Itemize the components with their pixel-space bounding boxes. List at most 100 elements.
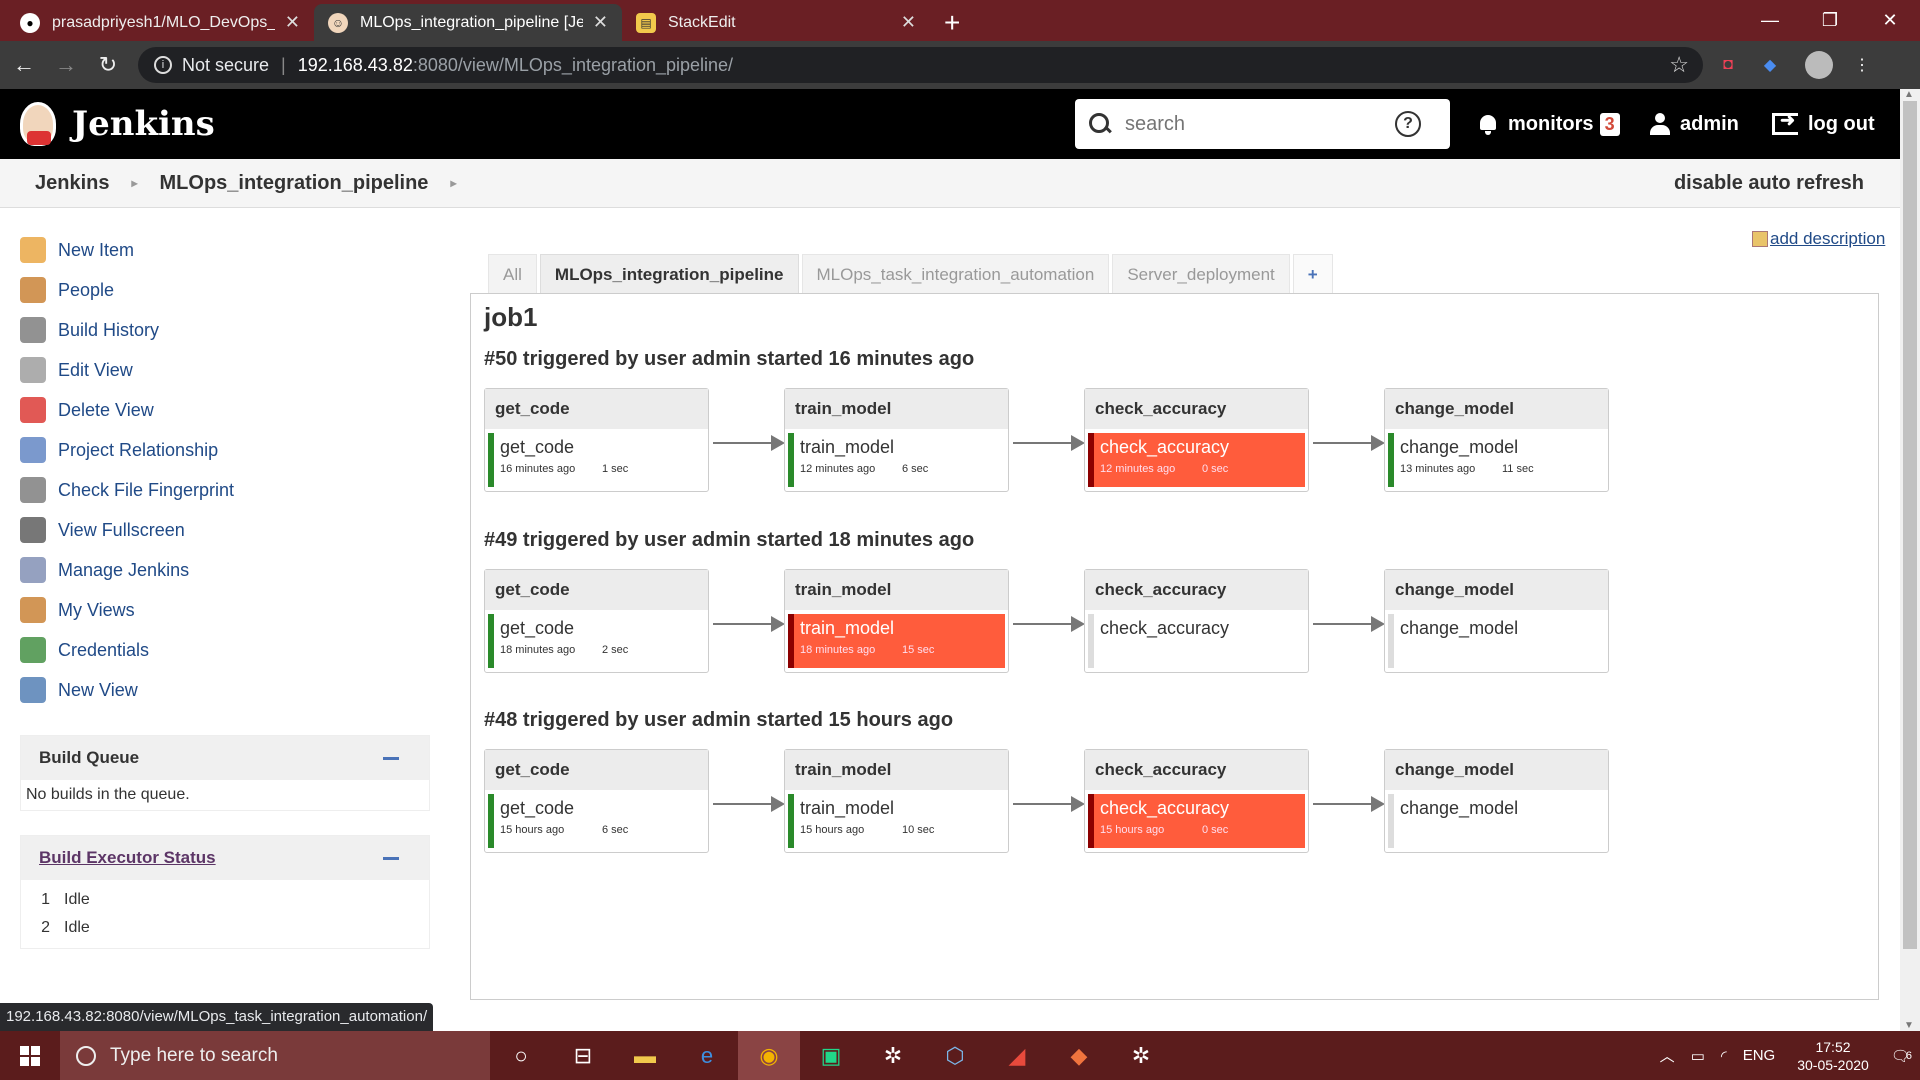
chevron-up-icon[interactable]: ︿ xyxy=(1660,1045,1675,1066)
app-icon[interactable]: ✲ xyxy=(1110,1031,1172,1080)
virtualbox-icon[interactable]: ⬡ xyxy=(924,1031,986,1080)
help-icon[interactable]: ? xyxy=(1395,111,1421,137)
clock[interactable]: 17:52 30-05-2020 xyxy=(1797,1038,1869,1074)
stage-build-box[interactable]: get_code 18 minutes ago 2 sec xyxy=(488,614,705,668)
stage-build-box[interactable]: get_code 15 hours ago 6 sec xyxy=(488,794,705,848)
profile-avatar[interactable] xyxy=(1805,51,1833,79)
new-tab-button[interactable]: + xyxy=(944,4,960,41)
browser-tab-stackedit[interactable]: ▤ StackEdit ✕ xyxy=(622,4,930,41)
forward-icon[interactable]: → xyxy=(48,52,84,78)
stage-card[interactable]: train_model train_model 15 hours ago 10 sec xyxy=(784,749,1009,853)
sidebar-item-edit-view[interactable]: Edit View xyxy=(20,350,440,390)
shield-extension-icon[interactable]: ◆ xyxy=(1753,52,1787,78)
pycharm-icon[interactable]: ▣ xyxy=(800,1031,862,1080)
sidebar-item-delete-view[interactable]: Delete View xyxy=(20,390,440,430)
stage-job-name[interactable]: check_accuracy xyxy=(1100,618,1305,639)
user-link[interactable]: admin xyxy=(1650,89,1739,159)
address-bar[interactable]: i Not secure | 192.168.43.82 :8080/view/… xyxy=(138,47,1703,83)
stage-job-name[interactable]: train_model xyxy=(800,437,1005,458)
info-icon[interactable]: i xyxy=(154,56,172,74)
stage-build-box[interactable]: change_model xyxy=(1388,794,1605,848)
collapse-icon[interactable] xyxy=(383,756,399,760)
restore-icon[interactable]: ❐ xyxy=(1800,0,1860,41)
stage-build-box[interactable]: change_model xyxy=(1388,614,1605,668)
stage-card[interactable]: change_model change_model xyxy=(1384,569,1609,673)
close-icon[interactable]: ✕ xyxy=(285,12,300,33)
stage-build-box[interactable]: train_model 12 minutes ago 6 sec xyxy=(788,433,1005,487)
taskbar-search[interactable]: Type here to search xyxy=(60,1031,490,1080)
sidebar-item-new-view[interactable]: New View xyxy=(20,670,440,710)
scroll-down-icon[interactable]: ▼ xyxy=(1904,1020,1914,1031)
stage-job-name[interactable]: get_code xyxy=(500,437,705,458)
sidebar-item-manage-jenkins[interactable]: Manage Jenkins xyxy=(20,550,440,590)
wifi-icon[interactable]: ◜ xyxy=(1721,1047,1727,1065)
back-icon[interactable]: ← xyxy=(6,52,42,78)
stage-build-box[interactable]: check_accuracy 12 minutes ago 0 sec xyxy=(1088,433,1305,487)
stage-card[interactable]: check_accuracy check_accuracy xyxy=(1084,569,1309,673)
stage-job-name[interactable]: train_model xyxy=(800,798,1005,819)
cortana-icon[interactable]: ○ xyxy=(490,1031,552,1080)
reload-icon[interactable]: ↻ xyxy=(90,52,126,78)
scrollbar[interactable]: ▲ ▼ xyxy=(1900,89,1920,1031)
chevron-right-icon[interactable]: ▸ xyxy=(131,176,137,190)
stage-card[interactable]: check_accuracy check_accuracy 15 hours ago… xyxy=(1084,749,1309,853)
sidebar-item-my-views[interactable]: My Views xyxy=(20,590,440,630)
stage-card[interactable]: check_accuracy check_accuracy 12 minutes a… xyxy=(1084,388,1309,492)
red-app-icon[interactable]: ◢ xyxy=(986,1031,1048,1080)
sidebar-item-credentials[interactable]: Credentials xyxy=(20,630,440,670)
network-app-icon[interactable]: ✲ xyxy=(862,1031,924,1080)
stage-card[interactable]: train_model train_model 18 minutes ago 15 s… xyxy=(784,569,1009,673)
tab-server-deployment[interactable]: Server_deployment xyxy=(1112,254,1290,294)
stage-job-name[interactable]: get_code xyxy=(500,618,705,639)
breadcrumb-root[interactable]: Jenkins xyxy=(35,172,109,195)
stage-job-name[interactable]: change_model xyxy=(1400,798,1605,819)
stage-job-name[interactable]: get_code xyxy=(500,798,705,819)
stage-job-name[interactable]: check_accuracy xyxy=(1100,437,1305,458)
build-heading[interactable]: #48 triggered by user admin started 15 h… xyxy=(484,709,953,732)
stage-card[interactable]: train_model train_model 12 minutes ago 6 se… xyxy=(784,388,1009,492)
sidebar-item-new-item[interactable]: New Item xyxy=(20,230,440,270)
stage-job-name[interactable]: train_model xyxy=(800,618,1005,639)
git-icon[interactable]: ◆ xyxy=(1048,1031,1110,1080)
sidebar-item-people[interactable]: People xyxy=(20,270,440,310)
stage-build-box[interactable]: change_model 13 minutes ago 11 sec xyxy=(1388,433,1605,487)
stage-card[interactable]: get_code get_code 16 minutes ago 1 sec xyxy=(484,388,709,492)
jenkins-logo-icon[interactable] xyxy=(20,102,56,146)
close-icon[interactable]: ✕ xyxy=(901,12,916,33)
sidebar-item-view-fullscreen[interactable]: View Fullscreen xyxy=(20,510,440,550)
executor-title[interactable]: Build Executor Status xyxy=(39,848,216,868)
job-title[interactable]: job1 xyxy=(484,302,537,333)
stage-card[interactable]: change_model change_model 13 minutes ago 11… xyxy=(1384,388,1609,492)
close-icon[interactable]: ✕ xyxy=(593,12,608,33)
language-indicator[interactable]: ENG xyxy=(1743,1047,1776,1064)
file-explorer-icon[interactable]: ▬ xyxy=(614,1031,676,1080)
task-view-icon[interactable]: ⊟ xyxy=(552,1031,614,1080)
stage-build-box[interactable]: check_accuracy 15 hours ago 0 sec xyxy=(1088,794,1305,848)
chrome-icon[interactable]: ◉ xyxy=(738,1031,800,1080)
stage-card[interactable]: get_code get_code 18 minutes ago 2 sec xyxy=(484,569,709,673)
stage-job-name[interactable]: check_accuracy xyxy=(1100,798,1305,819)
scroll-up-icon[interactable]: ▲ xyxy=(1904,89,1914,100)
tab-mlops-integration-pipeline[interactable]: MLOps_integration_pipeline xyxy=(539,254,799,294)
sidebar-item-project-relationship[interactable]: Project Relationship xyxy=(20,430,440,470)
sidebar-item-check-file-fingerprint[interactable]: Check File Fingerprint xyxy=(20,470,440,510)
edge-icon[interactable]: e xyxy=(676,1031,738,1080)
stage-build-box[interactable]: check_accuracy xyxy=(1088,614,1305,668)
add-view-tab[interactable]: + xyxy=(1292,254,1333,294)
brand-title[interactable]: Jenkins xyxy=(72,104,215,144)
search-input[interactable] xyxy=(1125,112,1395,136)
build-heading[interactable]: #49 triggered by user admin started 18 m… xyxy=(484,529,974,552)
windows-start-icon[interactable] xyxy=(0,1031,60,1080)
breadcrumb-current[interactable]: MLOps_integration_pipeline xyxy=(160,172,429,195)
stage-job-name[interactable]: change_model xyxy=(1400,618,1605,639)
stage-card[interactable]: get_code get_code 15 hours ago 6 sec xyxy=(484,749,709,853)
scrollbar-thumb[interactable] xyxy=(1903,101,1917,949)
close-window-icon[interactable]: ✕ xyxy=(1860,0,1920,41)
stage-card[interactable]: change_model change_model xyxy=(1384,749,1609,853)
stage-build-box[interactable]: train_model 15 hours ago 10 sec xyxy=(788,794,1005,848)
disable-auto-refresh-link[interactable]: disable auto refresh xyxy=(1674,172,1864,195)
browser-tab-github[interactable]: ● prasadpriyesh1/MLO_DevOps_int ✕ xyxy=(6,4,314,41)
stage-job-name[interactable]: change_model xyxy=(1400,437,1605,458)
battery-icon[interactable]: ▭ xyxy=(1691,1047,1705,1065)
collapse-icon[interactable] xyxy=(383,856,399,860)
